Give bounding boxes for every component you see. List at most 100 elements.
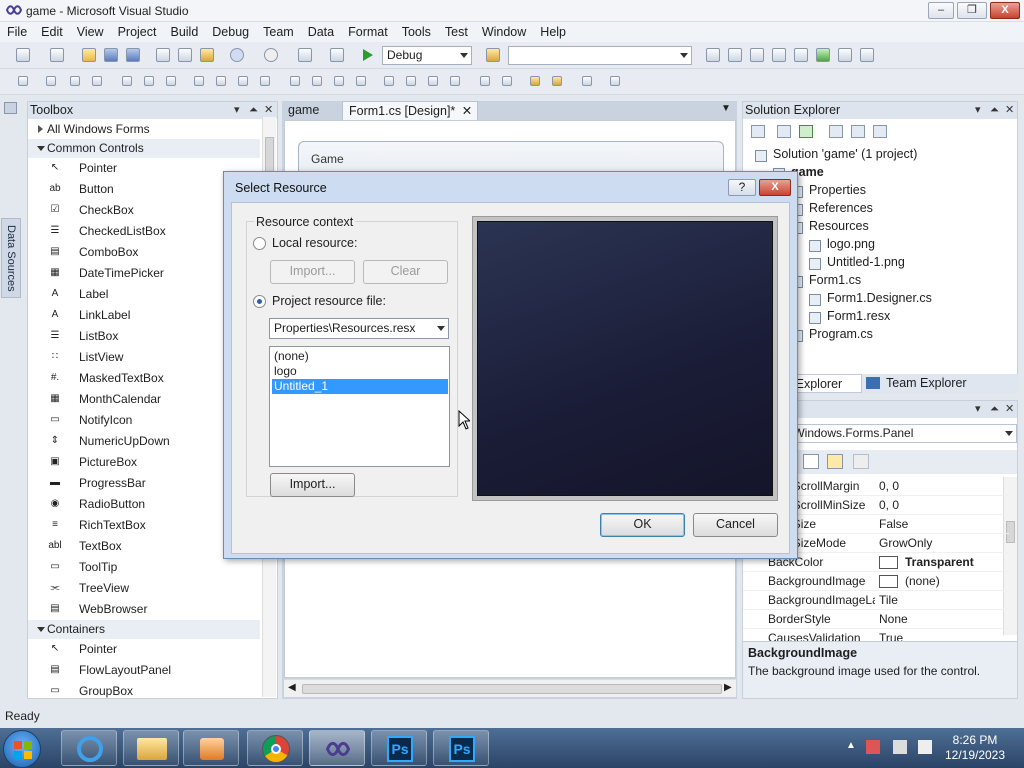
local-resource-radio[interactable]	[253, 237, 266, 250]
save-icon[interactable]	[104, 48, 118, 62]
scroll-thumb[interactable]	[302, 684, 722, 694]
remove-vertical-spacing-icon[interactable]	[450, 76, 460, 86]
tab-overflow-chevron-icon[interactable]: ▼	[721, 103, 731, 114]
pin-icon[interactable]: ⏶	[990, 401, 999, 418]
tools-icon[interactable]	[794, 48, 808, 62]
tree-node[interactable]: References	[809, 201, 873, 215]
bring-to-front-icon[interactable]	[530, 76, 540, 86]
toolbox-item[interactable]: ▤ FlowLayoutPanel	[28, 660, 264, 681]
category-containers[interactable]: Containers	[28, 620, 260, 639]
cancel-button[interactable]: Cancel	[693, 513, 778, 537]
designer-hscrollbar[interactable]: ◀ ▶	[284, 679, 736, 697]
show-hidden-icons-icon[interactable]: ▲	[846, 740, 856, 751]
extension-manager-icon[interactable]	[816, 48, 830, 62]
lock-controls-icon[interactable]	[582, 76, 592, 86]
help-button[interactable]: ?	[728, 179, 756, 196]
increase-spacing-icon[interactable]	[312, 76, 322, 86]
toolbox-icon[interactable]	[772, 48, 786, 62]
menu-debug[interactable]: Debug	[205, 22, 256, 42]
size-to-grid-icon[interactable]	[260, 76, 270, 86]
close-icon[interactable]: ✕	[1005, 401, 1014, 418]
configuration-combo[interactable]: Debug	[382, 46, 472, 65]
scroll-left-icon[interactable]: ◀	[288, 682, 296, 693]
menu-help[interactable]: Help	[533, 22, 573, 42]
tree-node[interactable]: Form1.cs	[809, 273, 861, 287]
property-row[interactable]: BackgroundImage (none)	[743, 572, 1009, 591]
tab-game[interactable]: game	[282, 101, 325, 120]
tree-node[interactable]: Properties	[809, 183, 866, 197]
send-to-back-icon[interactable]	[552, 76, 562, 86]
file-explorer-button[interactable]	[123, 730, 179, 766]
align-rights-icon[interactable]	[92, 76, 102, 86]
menu-data[interactable]: Data	[301, 22, 341, 42]
save-all-icon[interactable]	[126, 48, 140, 62]
tree-node[interactable]: logo.png	[827, 237, 875, 251]
start-page-icon[interactable]	[860, 48, 874, 62]
list-item[interactable]: logo	[272, 364, 448, 379]
center-vertically-icon[interactable]	[502, 76, 512, 86]
navigate-forward-icon[interactable]	[330, 48, 344, 62]
tree-node[interactable]: Form1.resx	[827, 309, 890, 323]
navigate-backward-icon[interactable]	[298, 48, 312, 62]
dialog-close-button[interactable]: X	[759, 179, 791, 196]
toolbox-item[interactable]: ▭ GroupBox	[28, 681, 264, 702]
paste-icon[interactable]	[200, 48, 214, 62]
internet-explorer-button[interactable]	[61, 730, 117, 766]
menu-build[interactable]: Build	[163, 22, 205, 42]
panel-menu-chevron-icon[interactable]: ▾	[975, 401, 981, 418]
menu-team[interactable]: Team	[256, 22, 301, 42]
property-row[interactable]: BorderStyle None	[743, 610, 1009, 629]
align-lefts-icon[interactable]	[46, 76, 56, 86]
pin-icon[interactable]: ⏶	[990, 102, 999, 119]
show-all-files-icon[interactable]	[777, 125, 791, 138]
make-same-size-icon[interactable]	[238, 76, 248, 86]
increase-vertical-spacing-icon[interactable]	[406, 76, 416, 86]
list-item[interactable]: (none)	[272, 349, 448, 364]
data-sources-tab[interactable]: Data Sources	[1, 218, 21, 298]
menu-file[interactable]: File	[0, 22, 34, 42]
network-icon[interactable]	[893, 740, 907, 754]
resource-list[interactable]: (none) logo Untitled_1	[269, 346, 450, 467]
clear-button[interactable]: Clear	[363, 260, 448, 284]
minimize-button[interactable]: –	[928, 2, 954, 19]
photoshop-button-1[interactable]: Ps	[371, 730, 427, 766]
menu-tools[interactable]: Tools	[395, 22, 438, 42]
align-to-grid-icon[interactable]	[18, 76, 28, 86]
menu-window[interactable]: Window	[475, 22, 533, 42]
align-bottoms-icon[interactable]	[166, 76, 176, 86]
tree-node[interactable]: Solution 'game' (1 project)	[773, 147, 917, 161]
list-item-selected[interactable]: Untitled_1	[272, 379, 448, 394]
cut-icon[interactable]	[156, 48, 170, 62]
view-designer-icon[interactable]	[851, 125, 865, 138]
new-project-icon[interactable]	[16, 48, 30, 62]
properties-window-icon[interactable]	[728, 48, 742, 62]
events-lightning-icon[interactable]	[827, 454, 843, 469]
tree-node[interactable]: Untitled-1.png	[827, 255, 905, 269]
view-code-icon[interactable]	[829, 125, 843, 138]
local-import-button[interactable]: Import...	[270, 260, 355, 284]
start-debugging-icon[interactable]	[362, 48, 374, 62]
horizontal-spacing-icon[interactable]	[290, 76, 300, 86]
remove-spacing-icon[interactable]	[356, 76, 366, 86]
import-button[interactable]: Import...	[270, 473, 355, 497]
media-player-button[interactable]	[183, 730, 239, 766]
property-pages-icon[interactable]	[853, 454, 869, 469]
decrease-spacing-icon[interactable]	[334, 76, 344, 86]
close-icon[interactable]: ✕	[1005, 102, 1014, 119]
redo-icon[interactable]	[264, 48, 278, 62]
visual-studio-button[interactable]	[309, 730, 365, 766]
properties-icon[interactable]	[751, 125, 765, 138]
solution-explorer-icon[interactable]	[706, 48, 720, 62]
vertical-spacing-icon[interactable]	[384, 76, 394, 86]
toolbox-item[interactable]: ⫘ TreeView	[28, 578, 264, 599]
refresh-icon[interactable]	[799, 125, 813, 138]
tab-team-explorer[interactable]: Team Explorer	[886, 374, 967, 393]
tree-node[interactable]: Resources	[809, 219, 869, 233]
menu-view[interactable]: View	[70, 22, 111, 42]
pin-icon[interactable]: ⏶	[249, 102, 258, 119]
system-clock[interactable]: 8:26 PM 12/19/2023	[940, 733, 1010, 763]
menu-format[interactable]: Format	[341, 22, 395, 42]
align-tops-icon[interactable]	[122, 76, 132, 86]
command-window-icon[interactable]	[838, 48, 852, 62]
category-all-windows-forms[interactable]: All Windows Forms	[28, 120, 260, 139]
